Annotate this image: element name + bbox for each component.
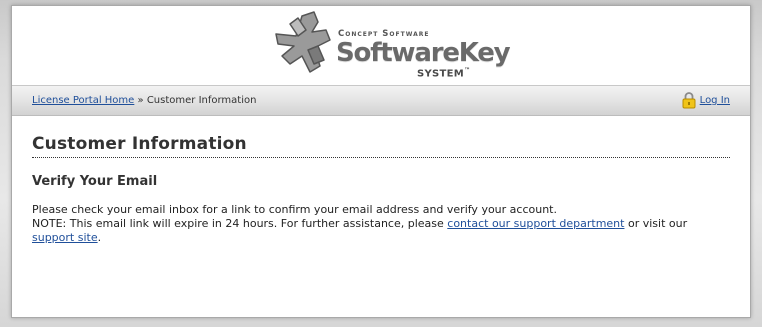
login-link[interactable]: Log In — [700, 95, 730, 106]
note-text-end: . — [97, 231, 102, 244]
breadcrumb-home-link[interactable]: License Portal Home — [32, 95, 134, 106]
key-logo-icon — [275, 11, 331, 73]
note-text: NOTE: This email link will expire in 24 … — [32, 217, 448, 230]
contact-support-link[interactable]: contact our support department — [447, 217, 624, 230]
page-title: Customer Information — [32, 134, 730, 158]
login-area: Log In — [682, 92, 730, 109]
note-text-middle: or visit our — [624, 217, 688, 230]
breadcrumb-current: Customer Information — [146, 95, 257, 106]
navigation-bar: License Portal Home » Customer Informati… — [12, 85, 750, 116]
breadcrumb-separator: » — [134, 95, 147, 106]
product-name: SoftwareKey — [336, 38, 511, 68]
verification-message: Please check your email inbox for a link… — [32, 203, 730, 245]
instruction-text: Please check your email inbox for a link… — [32, 203, 557, 216]
lock-icon — [682, 92, 696, 109]
page-frame: Concept Software SoftwareKey SYSTEM™ Lic… — [11, 5, 751, 318]
breadcrumb: License Portal Home » Customer Informati… — [32, 95, 256, 106]
softwarekey-logo: Concept Software SoftwareKey SYSTEM™ — [268, 10, 511, 82]
main-content: Customer Information Verify Your Email P… — [12, 116, 750, 245]
section-subtitle: Verify Your Email — [32, 174, 158, 189]
support-site-link[interactable]: support site — [32, 231, 98, 244]
system-label: SYSTEM™ — [417, 67, 471, 80]
header: Concept Software SoftwareKey SYSTEM™ — [12, 6, 750, 85]
